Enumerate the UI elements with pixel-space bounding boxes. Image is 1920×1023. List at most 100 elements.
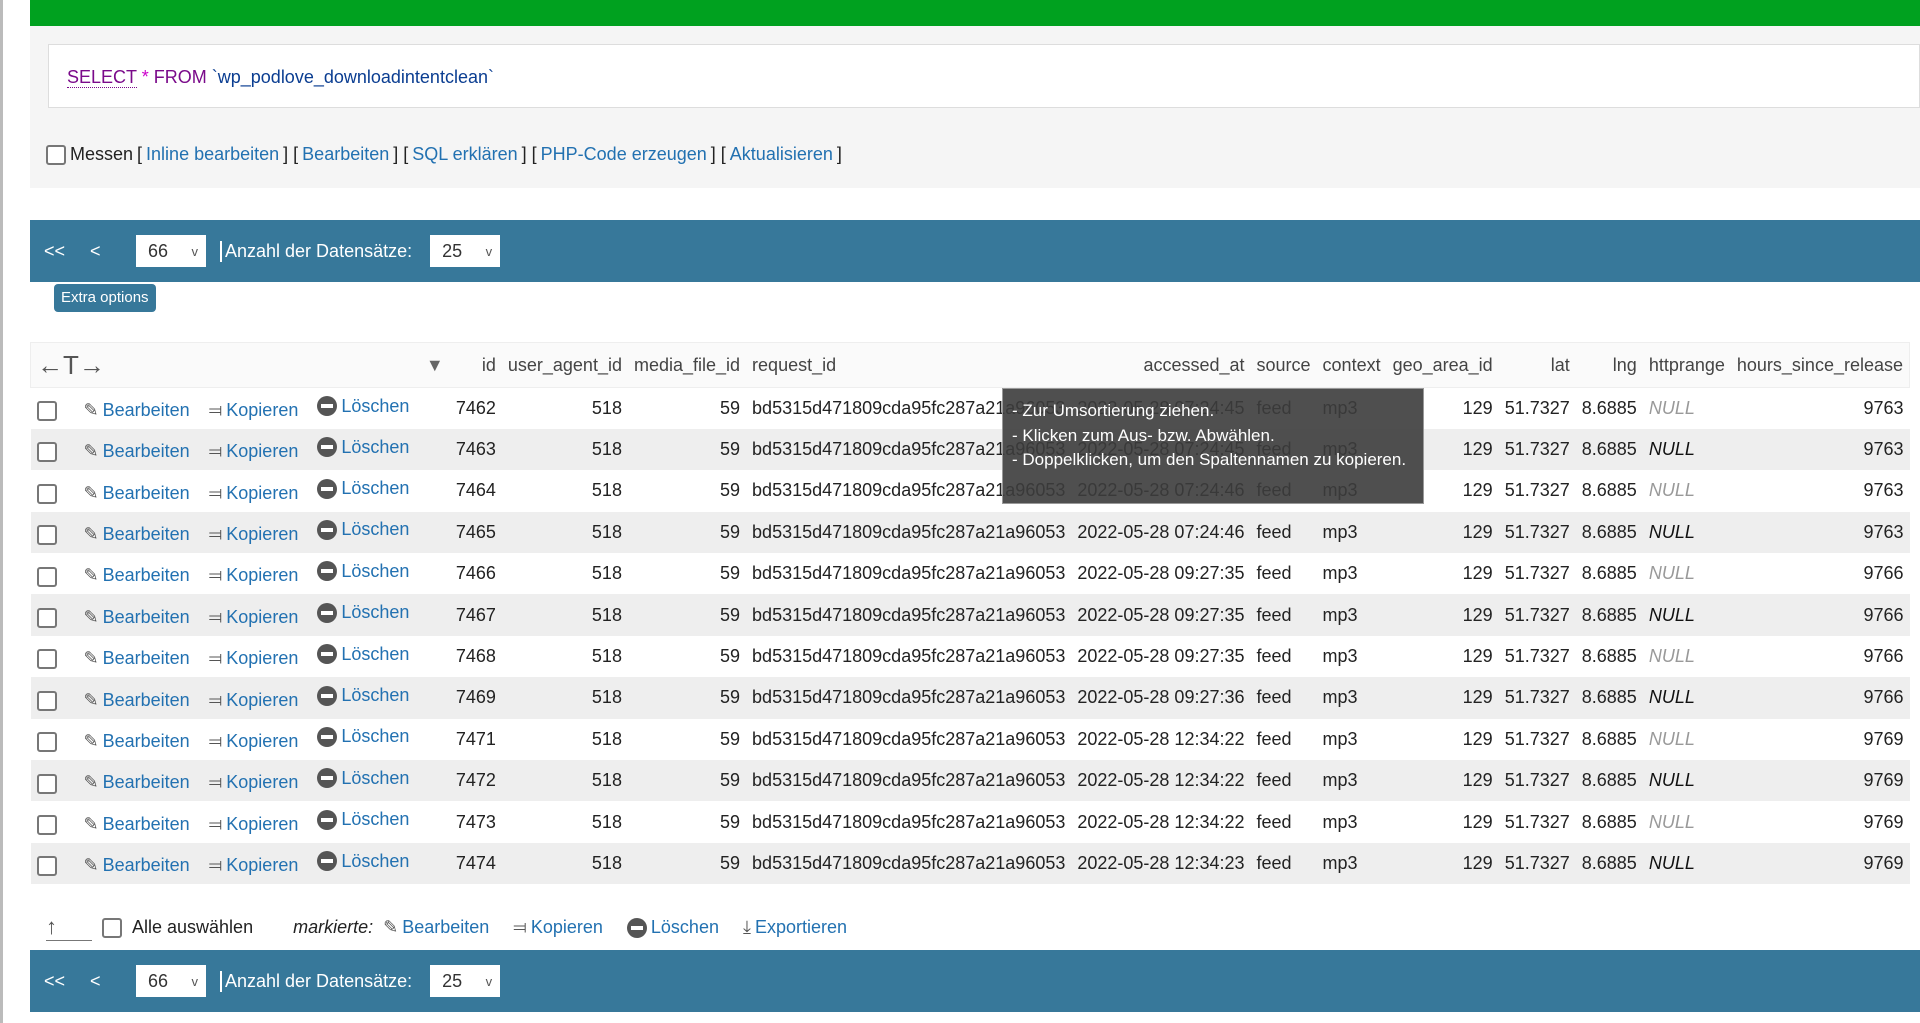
- cell-user-agent-id[interactable]: 518: [502, 470, 628, 511]
- cell-source[interactable]: feed: [1251, 760, 1317, 801]
- delete-row-button[interactable]: Löschen: [341, 685, 409, 706]
- cell-request-id[interactable]: bd5315d471809cda95fc287a21a96053: [746, 719, 1071, 760]
- php-code-link[interactable]: PHP-Code erzeugen: [541, 144, 707, 165]
- copy-row-button[interactable]: Kopieren: [226, 772, 298, 793]
- cell-source[interactable]: feed: [1251, 801, 1317, 842]
- cell-hours-since-release[interactable]: 9766: [1731, 677, 1910, 718]
- row-checkbox[interactable]: [36, 649, 57, 670]
- cell-hours-since-release[interactable]: 9769: [1731, 719, 1910, 760]
- cell-id[interactable]: 7474: [450, 843, 502, 884]
- cell-hours-since-release[interactable]: 9769: [1731, 843, 1910, 884]
- cell-lat[interactable]: 51.7327: [1499, 470, 1576, 511]
- cell-accessed-at[interactable]: 2022-05-28 12:34:22: [1071, 719, 1250, 760]
- cell-hours-since-release[interactable]: 9763: [1731, 470, 1910, 511]
- row-checkbox[interactable]: [36, 525, 57, 546]
- select-all-label[interactable]: Alle auswählen: [132, 917, 253, 938]
- cell-lat[interactable]: 51.7327: [1499, 801, 1576, 842]
- cell-httprange[interactable]: NULL: [1643, 512, 1731, 553]
- cell-source[interactable]: feed: [1251, 719, 1317, 760]
- cell-user-agent-id[interactable]: 518: [502, 843, 628, 884]
- explain-sql-link[interactable]: SQL erklären: [412, 144, 517, 165]
- edit-row-button[interactable]: Bearbeiten: [103, 565, 190, 586]
- col-lat[interactable]: lat: [1499, 343, 1576, 388]
- cell-lng[interactable]: 8.6885: [1576, 553, 1643, 594]
- cell-id[interactable]: 7468: [450, 636, 502, 677]
- cell-source[interactable]: feed: [1251, 594, 1317, 635]
- copy-row-button[interactable]: Kopieren: [226, 565, 298, 586]
- col-geo-area-id[interactable]: geo_area_id: [1387, 343, 1499, 388]
- row-checkbox[interactable]: [36, 401, 57, 422]
- cell-media-file-id[interactable]: 59: [628, 760, 746, 801]
- cell-context[interactable]: mp3: [1317, 843, 1387, 884]
- cell-httprange[interactable]: NULL: [1643, 470, 1731, 511]
- refresh-link[interactable]: Aktualisieren: [730, 144, 833, 165]
- copy-row-button[interactable]: Kopieren: [226, 441, 298, 462]
- cell-user-agent-id[interactable]: 518: [502, 429, 628, 470]
- col-id[interactable]: id: [450, 343, 502, 388]
- prev-page-button[interactable]: <: [90, 971, 136, 992]
- bulk-copy-button[interactable]: Kopieren: [531, 917, 603, 938]
- col-httprange[interactable]: httprange: [1643, 343, 1731, 388]
- cell-media-file-id[interactable]: 59: [628, 429, 746, 470]
- cell-geo-area-id[interactable]: 129: [1387, 677, 1499, 718]
- delete-row-button[interactable]: Löschen: [341, 602, 409, 623]
- row-checkbox[interactable]: [36, 566, 57, 587]
- cell-user-agent-id[interactable]: 518: [502, 512, 628, 553]
- cell-lng[interactable]: 8.6885: [1576, 801, 1643, 842]
- edit-row-button[interactable]: Bearbeiten: [103, 607, 190, 628]
- cell-lng[interactable]: 8.6885: [1576, 388, 1643, 429]
- cell-hours-since-release[interactable]: 9766: [1731, 636, 1910, 677]
- col-context[interactable]: context: [1317, 343, 1387, 388]
- cell-httprange[interactable]: NULL: [1643, 388, 1731, 429]
- cell-hours-since-release[interactable]: 9769: [1731, 760, 1910, 801]
- delete-row-button[interactable]: Löschen: [341, 561, 409, 582]
- edit-row-button[interactable]: Bearbeiten: [103, 648, 190, 669]
- cell-request-id[interactable]: bd5315d471809cda95fc287a21a96053: [746, 594, 1071, 635]
- cell-user-agent-id[interactable]: 518: [502, 801, 628, 842]
- cell-hours-since-release[interactable]: 9763: [1731, 388, 1910, 429]
- bulk-edit-button[interactable]: Bearbeiten: [402, 917, 489, 938]
- cell-media-file-id[interactable]: 59: [628, 843, 746, 884]
- col-lng[interactable]: lng: [1576, 343, 1643, 388]
- delete-row-button[interactable]: Löschen: [341, 519, 409, 540]
- cell-context[interactable]: mp3: [1317, 636, 1387, 677]
- cell-source[interactable]: feed: [1251, 512, 1317, 553]
- edit-row-button[interactable]: Bearbeiten: [103, 772, 190, 793]
- cell-user-agent-id[interactable]: 518: [502, 636, 628, 677]
- cell-source[interactable]: feed: [1251, 636, 1317, 677]
- cell-lat[interactable]: 51.7327: [1499, 719, 1576, 760]
- edit-row-button[interactable]: Bearbeiten: [103, 483, 190, 504]
- cell-media-file-id[interactable]: 59: [628, 553, 746, 594]
- delete-row-button[interactable]: Löschen: [341, 478, 409, 499]
- cell-media-file-id[interactable]: 59: [628, 677, 746, 718]
- cell-lng[interactable]: 8.6885: [1576, 636, 1643, 677]
- extra-options-button[interactable]: Extra options: [54, 284, 156, 312]
- cell-context[interactable]: mp3: [1317, 553, 1387, 594]
- edit-row-button[interactable]: Bearbeiten: [103, 814, 190, 835]
- cell-lat[interactable]: 51.7327: [1499, 843, 1576, 884]
- col-accessed-at[interactable]: accessed_at: [1071, 343, 1250, 388]
- cell-httprange[interactable]: NULL: [1643, 553, 1731, 594]
- copy-row-button[interactable]: Kopieren: [226, 814, 298, 835]
- cell-accessed-at[interactable]: 2022-05-28 07:24:46: [1071, 512, 1250, 553]
- cell-media-file-id[interactable]: 59: [628, 719, 746, 760]
- cell-request-id[interactable]: bd5315d471809cda95fc287a21a96053: [746, 801, 1071, 842]
- cell-context[interactable]: mp3: [1317, 594, 1387, 635]
- cell-user-agent-id[interactable]: 518: [502, 553, 628, 594]
- sort-dropdown-icon[interactable]: ▼: [420, 343, 450, 388]
- cell-geo-area-id[interactable]: 129: [1387, 760, 1499, 801]
- page-select[interactable]: 66 v: [136, 965, 206, 997]
- cell-lat[interactable]: 51.7327: [1499, 594, 1576, 635]
- cell-context[interactable]: mp3: [1317, 719, 1387, 760]
- delete-row-button[interactable]: Löschen: [341, 644, 409, 665]
- cell-accessed-at[interactable]: 2022-05-28 09:27:36: [1071, 677, 1250, 718]
- row-checkbox[interactable]: [36, 608, 57, 629]
- cell-accessed-at[interactable]: 2022-05-28 09:27:35: [1071, 594, 1250, 635]
- copy-row-button[interactable]: Kopieren: [226, 690, 298, 711]
- cell-lng[interactable]: 8.6885: [1576, 760, 1643, 801]
- cell-accessed-at[interactable]: 2022-05-28 12:34:23: [1071, 843, 1250, 884]
- cell-hours-since-release[interactable]: 9766: [1731, 553, 1910, 594]
- cell-user-agent-id[interactable]: 518: [502, 388, 628, 429]
- cell-geo-area-id[interactable]: 129: [1387, 553, 1499, 594]
- cell-lng[interactable]: 8.6885: [1576, 719, 1643, 760]
